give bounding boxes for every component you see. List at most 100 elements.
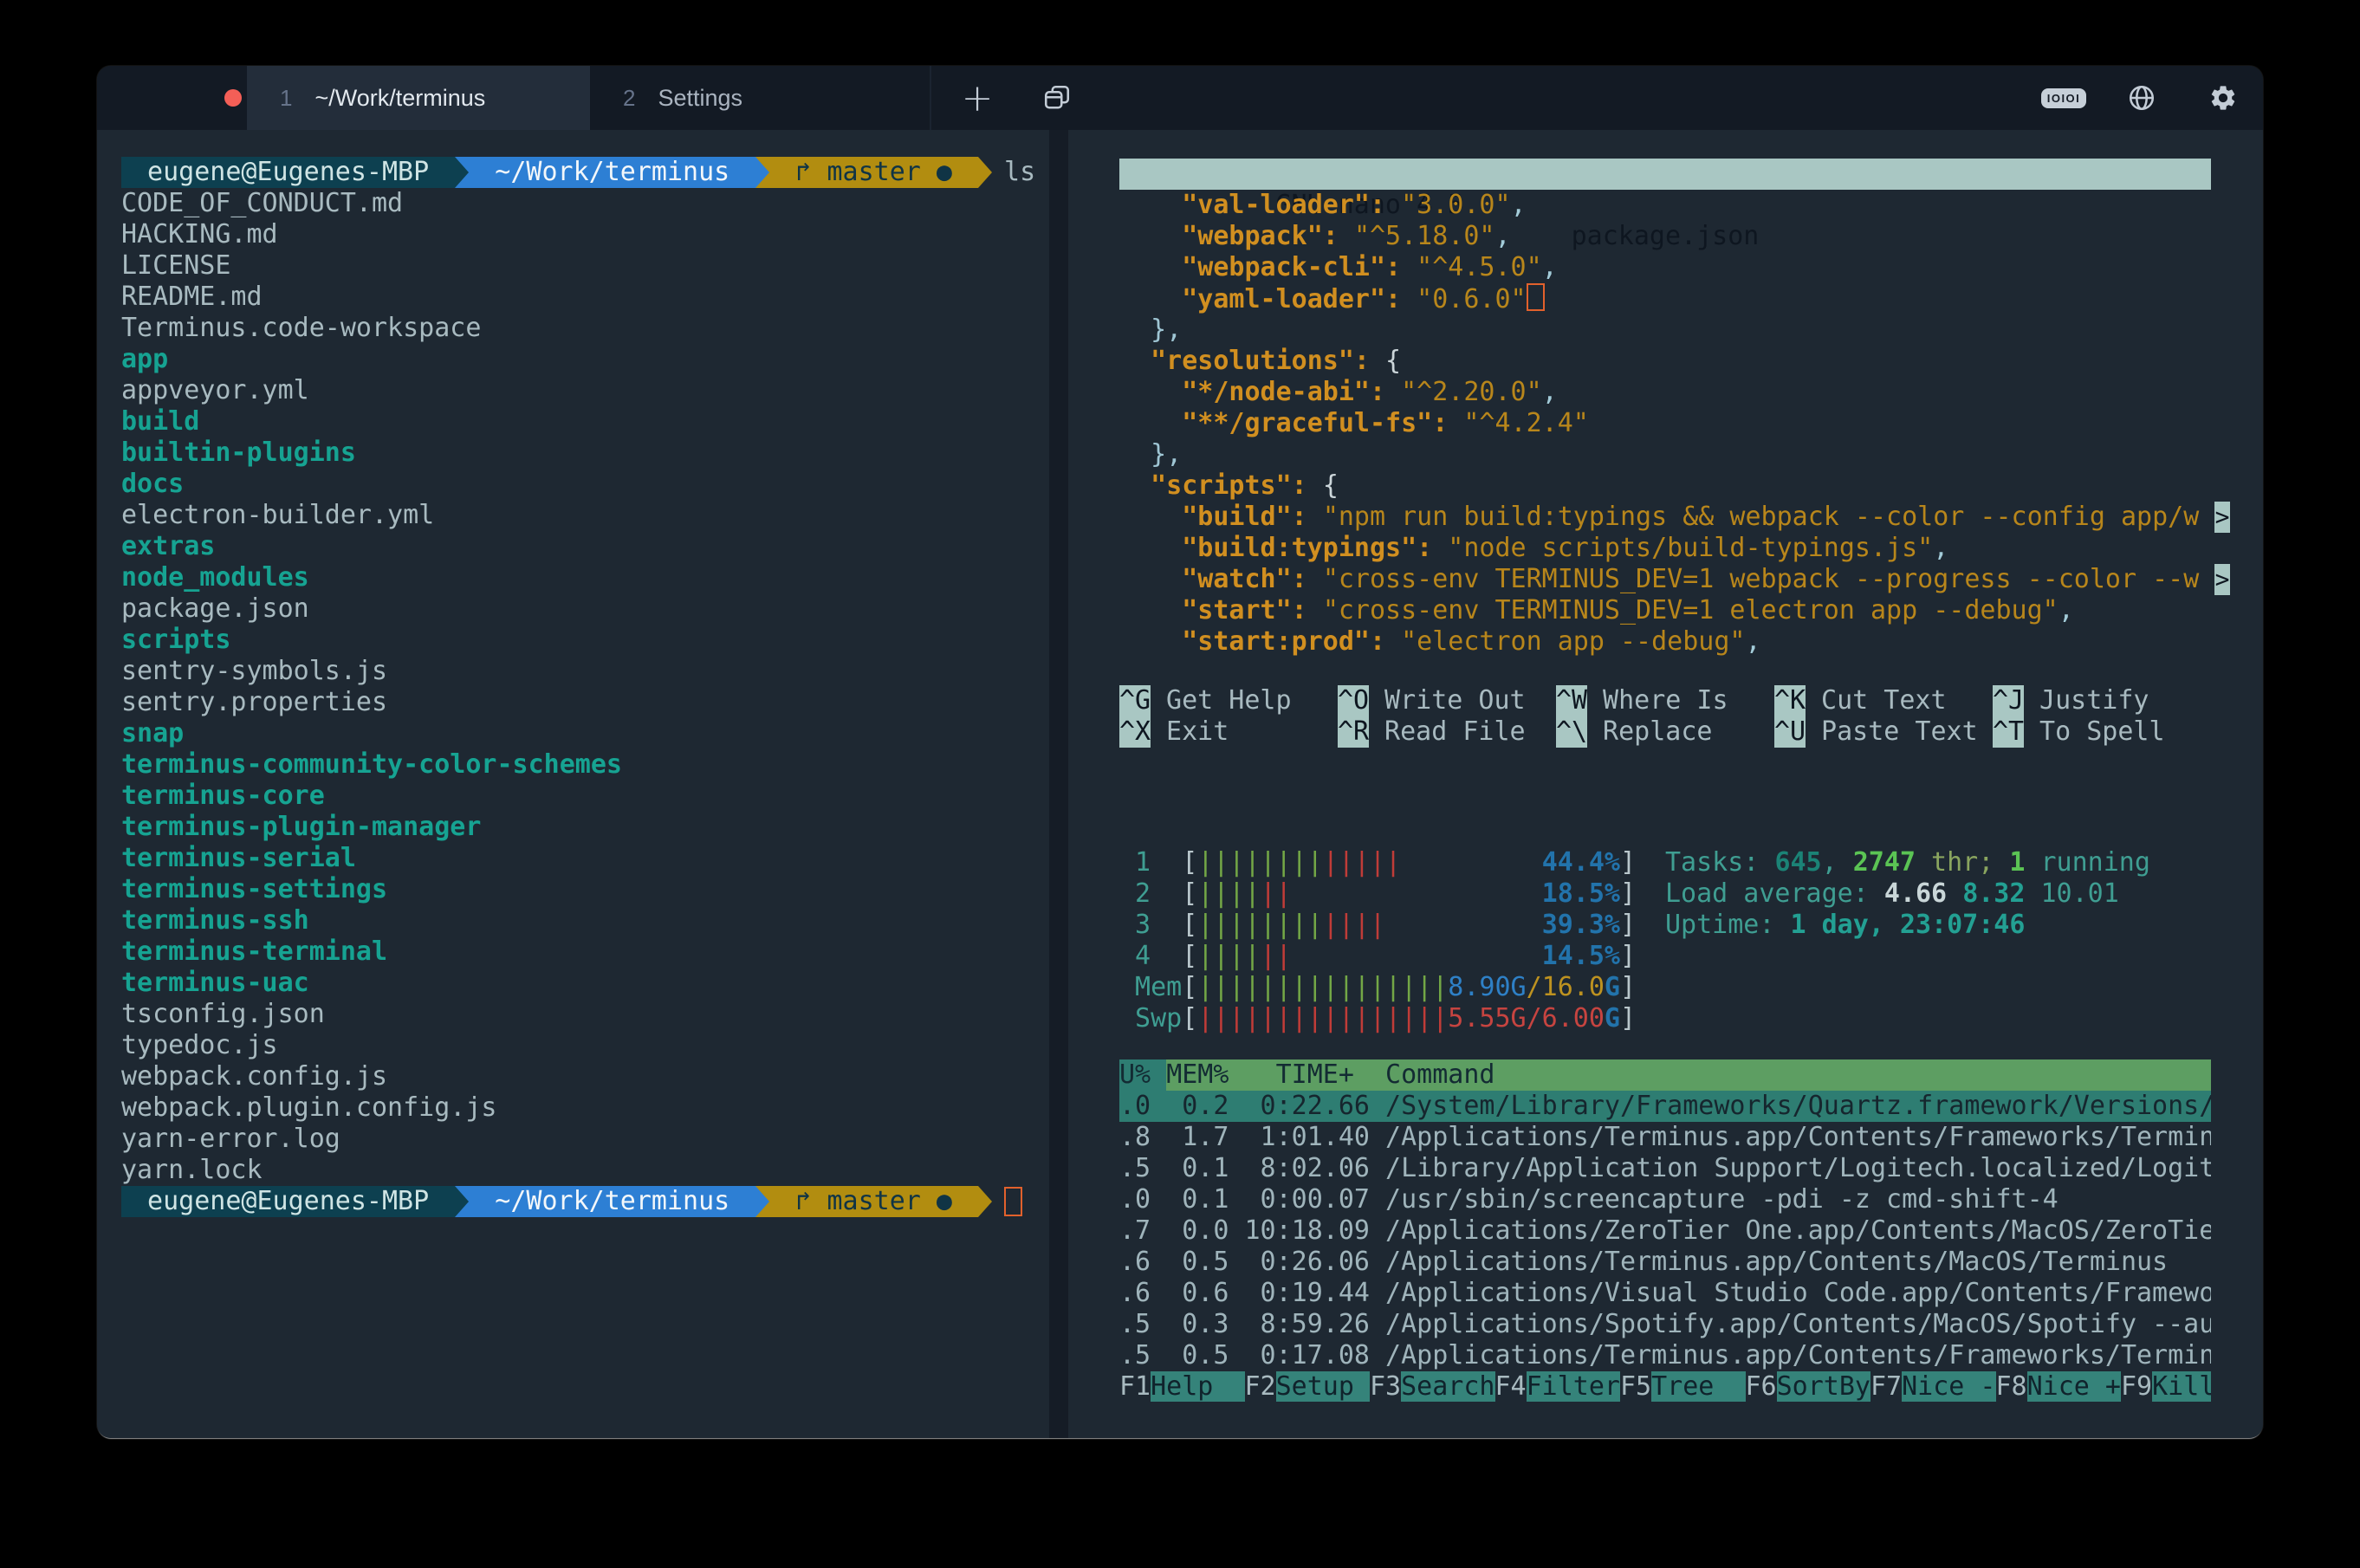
settings-button[interactable] (2195, 66, 2251, 130)
directory-name: terminus-settings (121, 874, 387, 904)
file-entry: extras (121, 531, 1040, 562)
memory-meter: Mem[||||||||||||||||8.90G/16.0G] (1119, 972, 1636, 1003)
file-entry: package.json (121, 593, 1040, 625)
file-name: LICENSE (121, 250, 230, 281)
file-entry: snap (121, 718, 1040, 749)
prompt-user-host: eugene@Eugenes-MBP (121, 157, 455, 188)
nano-shortcut: ^G Get Help (1119, 685, 1338, 716)
plus-icon: + (962, 76, 994, 120)
directory-name: terminus-ssh (121, 905, 309, 936)
file-entry: appveyor.yml (121, 375, 1040, 406)
nano-line: "build:typings": "node scripts/build-typ… (1119, 533, 2230, 564)
nano-line: "webpack": "^5.18.0", (1119, 221, 2230, 252)
prompt-user-host: eugene@Eugenes-MBP (121, 1186, 455, 1217)
cpu-meter: 1 [||||||||||||| 44.4%] (1119, 847, 1636, 878)
shell-prompt: eugene@Eugenes-MBP ~/Work/terminus ↱ mas… (121, 1186, 1040, 1217)
file-entry: terminus-settings (121, 874, 1040, 905)
shortcut-key: ^U (1774, 716, 1806, 748)
process-row[interactable]: .8 1.7 1:01.40 /Applications/Terminus.ap… (1119, 1122, 2211, 1153)
globe-icon (2127, 83, 2156, 113)
powerline-arrow-icon (978, 1186, 992, 1217)
nano-line: }, (1119, 439, 2230, 470)
powerline-arrow-icon (978, 157, 992, 188)
directory-name: extras (121, 531, 215, 561)
directory-name: terminus-plugin-manager (121, 812, 481, 842)
shortcut-label: Cut Text (1806, 685, 1947, 716)
nano-shortcut: ^U Paste Text (1774, 716, 1993, 748)
terminal-pane[interactable]: eugene@Eugenes-MBP ~/Work/terminus ↱ mas… (121, 157, 1040, 1217)
fkey-label: Search (1401, 1371, 1494, 1402)
file-entry: terminus-community-color-schemes (121, 749, 1040, 781)
ssh-connections-button[interactable] (2114, 66, 2169, 130)
file-name: HACKING.md (121, 219, 278, 249)
file-entry: electron-builder.yml (121, 500, 1040, 531)
fkey-number: F9 (2121, 1371, 2152, 1402)
fkey-number: F6 (1746, 1371, 1777, 1402)
directory-name: snap (121, 718, 184, 748)
serial-button[interactable]: IOIOI (2036, 66, 2091, 130)
fkey-number: F7 (1870, 1371, 1902, 1402)
nano-shortcut-bar: ^G Get Help^O Write Out^W Where Is^K Cut… (1119, 685, 2211, 748)
file-entry: terminus-ssh (121, 905, 1040, 936)
duplicate-tab-button[interactable] (1031, 66, 1083, 130)
file-entry: LICENSE (121, 250, 1040, 282)
file-name: README.md (121, 282, 263, 312)
file-entry: yarn.lock (121, 1155, 1040, 1186)
new-tab-button[interactable]: + (951, 66, 1003, 130)
nano-editor: "val-loader": "3.0.0", "webpack": "^5.18… (1119, 190, 2230, 658)
file-name: package.json (121, 593, 309, 624)
tab-work-terminus[interactable]: 1 ~/Work/terminus (247, 66, 590, 130)
process-row[interactable]: .6 0.5 0:26.06 /Applications/Terminus.ap… (1119, 1247, 2211, 1278)
pane-divider[interactable] (1049, 130, 1068, 1438)
prompt-cwd: ~/Work/terminus (469, 1186, 755, 1217)
process-table-header[interactable]: U% MEM% TIME+ Command (1119, 1059, 2211, 1091)
fkey-action: F4Filter (1495, 1371, 1621, 1402)
swap-meter: Swp[||||||||||||||||5.55G/6.00G] (1119, 1003, 1636, 1034)
fkey-action: F6SortBy (1746, 1371, 1871, 1402)
typed-command: ls (1004, 157, 1035, 188)
file-entry: terminus-serial (121, 843, 1040, 874)
app-window: 1 ~/Work/terminus 2 Settings + IOIOI (97, 66, 2263, 1438)
fkey-number: F2 (1245, 1371, 1276, 1402)
fkey-action: F8Nice + (1996, 1371, 2122, 1402)
close-window-button[interactable] (224, 89, 242, 107)
shortcut-key: ^K (1774, 685, 1806, 716)
process-row[interactable]: .7 0.0 10:18.09 /Applications/ZeroTier O… (1119, 1215, 2211, 1247)
fkey-label: Nice + (2027, 1371, 2121, 1402)
file-name: sentry-symbols.js (121, 656, 387, 686)
shortcut-key: ^G (1119, 685, 1151, 716)
directory-name: scripts (121, 625, 230, 655)
file-entry: yarn-error.log (121, 1124, 1040, 1155)
file-entry: webpack.plugin.config.js (121, 1092, 1040, 1124)
nano-shortcut: ^O Write Out (1338, 685, 1556, 716)
cpu-meter: 2 [|||||| 18.5%] (1119, 878, 1636, 910)
process-row[interactable]: .5 0.5 0:17.08 /Applications/Terminus.ap… (1119, 1340, 2211, 1371)
tab-settings[interactable]: 2 Settings (590, 66, 931, 130)
file-name: webpack.plugin.config.js (121, 1092, 496, 1123)
file-entry: README.md (121, 282, 1040, 313)
nano-line: "webpack-cli": "^4.5.0", (1119, 252, 2230, 283)
terminal-cursor (1004, 1187, 1022, 1216)
process-row[interactable]: .5 0.1 8:02.06 /Library/Application Supp… (1119, 1153, 2211, 1184)
process-row[interactable]: .6 0.6 0:19.44 /Applications/Visual Stud… (1119, 1278, 2211, 1309)
shortcut-key: ^X (1119, 716, 1151, 748)
fkey-number: F4 (1495, 1371, 1527, 1402)
file-entry: terminus-core (121, 781, 1040, 812)
shortcut-label: Write Out (1369, 685, 1526, 716)
directory-name: node_modules (121, 562, 309, 593)
tab-number: 2 (623, 85, 635, 112)
tab-title: ~/Work/terminus (314, 85, 485, 112)
prompt-git-branch: ↱ master ● (769, 1186, 978, 1217)
file-entry: docs (121, 469, 1040, 500)
right-terminal-pane[interactable]: GNU nano 4.5 package.json "val-loader": … (1068, 130, 2263, 1438)
process-row-selected[interactable]: .0 0.2 0:22.66 /System/Library/Framework… (1119, 1091, 2211, 1122)
nano-shortcut: ^J Justify (1993, 685, 2211, 716)
directory-name: terminus-core (121, 781, 325, 811)
process-row[interactable]: .5 0.3 8:59.26 /Applications/Spotify.app… (1119, 1309, 2211, 1340)
nano-shortcut: ^W Where Is (1556, 685, 1774, 716)
ls-output: CODE_OF_CONDUCT.mdHACKING.mdLICENSEREADM… (121, 188, 1040, 1186)
prompt-cwd: ~/Work/terminus (469, 157, 755, 188)
directory-name: app (121, 344, 168, 374)
process-row[interactable]: .0 0.1 0:00.07 /usr/sbin/screencapture -… (1119, 1184, 2211, 1215)
line-continues-icon: > (2214, 564, 2230, 595)
